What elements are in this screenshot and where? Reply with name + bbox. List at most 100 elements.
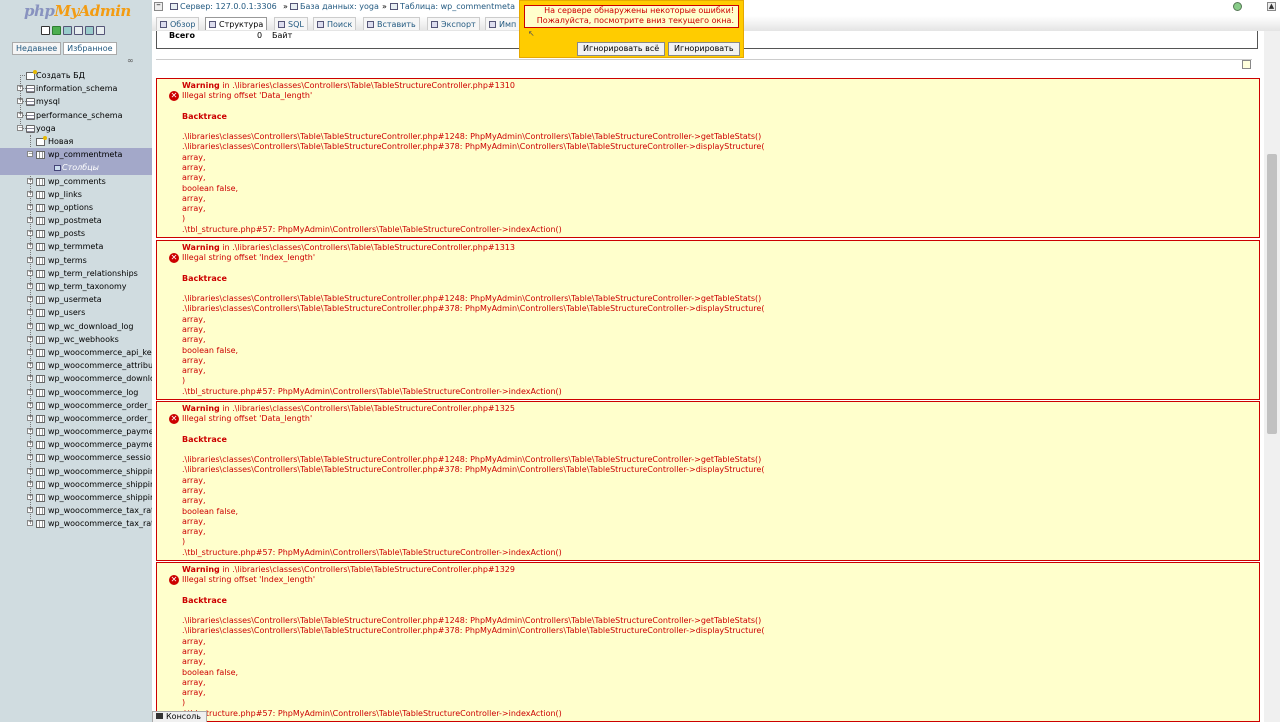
tree-item-table[interactable]: + wp_users [0, 306, 152, 319]
breadcrumb-server[interactable]: Сервер: 127.0.0.1:3306 [170, 2, 277, 11]
tree-item-table[interactable]: + wp_woocommerce_downlo [0, 372, 152, 385]
tree-item-label: wp_woocommerce_shippin [48, 479, 152, 489]
scroll-up-icon[interactable]: ▲ [1267, 2, 1276, 11]
reload-icon[interactable] [96, 26, 105, 35]
tree-item-database[interactable]: − yoga [0, 122, 152, 135]
expand-icon[interactable]: + [27, 177, 33, 184]
navigation-panel: phpMyAdmin Недавнее Избранное ∞ Создать … [0, 0, 153, 722]
expand-icon[interactable]: + [27, 296, 33, 303]
expand-icon[interactable]: + [27, 217, 33, 224]
console-toggle[interactable]: Консоль [152, 711, 207, 722]
expand-icon[interactable]: + [27, 507, 33, 514]
expand-icon[interactable]: + [27, 203, 33, 210]
tree-item-table[interactable]: + wp_woocommerce_shippin [0, 465, 152, 478]
breadcrumb-database[interactable]: База данных: yoga [290, 2, 379, 11]
expand-icon[interactable]: + [27, 520, 33, 527]
page-settings-icon[interactable] [1233, 2, 1242, 11]
tree-item-table[interactable]: + wp_postmeta [0, 214, 152, 227]
logout-icon[interactable] [52, 26, 61, 35]
expand-icon[interactable]: + [27, 428, 33, 435]
expand-icon[interactable]: + [27, 230, 33, 237]
tab-browse[interactable]: Обзор [156, 17, 200, 30]
expand-icon[interactable]: + [27, 414, 33, 421]
tab-structure[interactable]: Структура [205, 17, 268, 30]
expand-icon[interactable]: + [27, 348, 33, 355]
tree-item-table[interactable]: + wp_woocommerce_payme [0, 425, 152, 438]
expand-icon[interactable]: + [27, 322, 33, 329]
collapse-navigation-button[interactable]: – [154, 1, 163, 11]
tree-item-table[interactable]: + wp_term_relationships [0, 267, 152, 280]
edit-icon[interactable] [1242, 60, 1251, 69]
tree-item-table[interactable]: + wp_woocommerce_tax_rat [0, 504, 152, 517]
breadcrumb-table[interactable]: Таблица: wp_commentmeta [390, 2, 515, 11]
ignore-all-button[interactable]: Игнорировать всё [577, 42, 666, 56]
tree-item-table[interactable]: + wp_terms [0, 254, 152, 267]
tree-item-table[interactable]: + wp_woocommerce_sessio [0, 451, 152, 464]
tree-item-create-db[interactable]: Создать БД [0, 69, 152, 82]
warning-level: Warning [182, 565, 220, 574]
tab-insert[interactable]: Вставить [363, 17, 420, 30]
tree-item-table[interactable]: + wp_posts [0, 227, 152, 240]
expand-icon[interactable]: + [27, 388, 33, 395]
expand-icon[interactable]: + [27, 467, 33, 474]
phpmyadmin-logo[interactable]: phpMyAdmin [24, 2, 131, 20]
tree-item-table[interactable]: + wp_woocommerce_api_ke [0, 346, 152, 359]
expand-icon[interactable]: + [27, 283, 33, 289]
tab-import[interactable]: Имп [485, 17, 521, 30]
query-window-icon[interactable] [63, 26, 72, 35]
expand-icon[interactable]: + [27, 480, 33, 487]
expand-icon[interactable]: + [27, 190, 33, 197]
tree-item-table[interactable]: + wp_termmeta [0, 240, 152, 253]
tree-item-table[interactable]: + wp_woocommerce_tax_rat [0, 517, 152, 530]
scrollbar-thumb[interactable] [1267, 154, 1277, 434]
tree-item-table[interactable]: + wp_wc_webhooks [0, 333, 152, 346]
tab-search[interactable]: Поиск [313, 17, 357, 30]
tree-item-table[interactable]: + wp_comments [0, 175, 152, 188]
tree-item-table[interactable]: + wp_options [0, 201, 152, 214]
warning-message: Illegal string offset 'Data_length' [182, 91, 313, 100]
docs-icon[interactable] [74, 26, 83, 35]
expand-icon[interactable]: + [27, 362, 33, 369]
tree-item-table[interactable]: + wp_woocommerce_shippin [0, 491, 152, 504]
collapse-icon[interactable]: − [27, 151, 33, 158]
settings-icon[interactable] [85, 26, 94, 35]
tree-item-table[interactable]: + wp_woocommerce_order_i [0, 412, 152, 425]
tree-item-table[interactable]: + wp_woocommerce_order_i [0, 399, 152, 412]
expand-icon[interactable]: + [27, 401, 33, 408]
vertical-scrollbar[interactable] [1264, 31, 1280, 722]
tree-item-columns[interactable]: Столбцы [0, 161, 152, 175]
expand-icon[interactable]: + [27, 256, 33, 263]
tree-item-table[interactable]: + wp_woocommerce_log [0, 386, 152, 399]
tree-item-table[interactable]: + wp_woocommerce_shippin [0, 478, 152, 491]
tree-item-table[interactable]: − wp_commentmeta [0, 148, 152, 162]
breadcrumb-separator: » [382, 2, 387, 11]
tree-item-database[interactable]: + mysql [0, 95, 152, 108]
ignore-button[interactable]: Игнорировать [668, 42, 740, 56]
tree-item-table[interactable]: + wp_woocommerce_payme [0, 438, 152, 451]
tree-item-table[interactable]: + wp_term_taxonomy [0, 280, 152, 293]
tree-item-label: wp_woocommerce_order_i [48, 400, 152, 410]
link-with-main-icon[interactable]: ∞ [127, 56, 134, 65]
tab-favorites[interactable]: Избранное [63, 42, 117, 55]
expand-icon[interactable]: + [27, 494, 33, 500]
tree-item-table[interactable]: + wp_links [0, 188, 152, 201]
table-icon [36, 454, 45, 463]
home-icon[interactable] [41, 26, 50, 35]
tree-item-table[interactable]: + wp_wc_download_log [0, 320, 152, 333]
tab-export[interactable]: Экспорт [427, 17, 480, 30]
warning-header: Warning in .\libraries\classes\Controlle… [182, 81, 515, 91]
tree-item-table[interactable]: + wp_usermeta [0, 293, 152, 306]
tab-recent[interactable]: Недавнее [12, 42, 62, 55]
tree-item-database[interactable]: + information_schema [0, 82, 152, 95]
tree-item-table[interactable]: + wp_woocommerce_attribut [0, 359, 152, 372]
tree-item-database[interactable]: + performance_schema [0, 109, 152, 122]
expand-icon[interactable]: + [27, 269, 33, 276]
tab-sql[interactable]: SQL [274, 17, 308, 30]
expand-icon[interactable]: + [27, 335, 33, 342]
expand-icon[interactable]: + [27, 375, 33, 382]
expand-icon[interactable]: + [27, 243, 33, 250]
expand-icon[interactable]: + [27, 441, 33, 448]
tree-item-new[interactable]: Новая [0, 135, 152, 148]
expand-icon[interactable]: + [27, 309, 33, 316]
expand-icon[interactable]: + [27, 454, 33, 461]
